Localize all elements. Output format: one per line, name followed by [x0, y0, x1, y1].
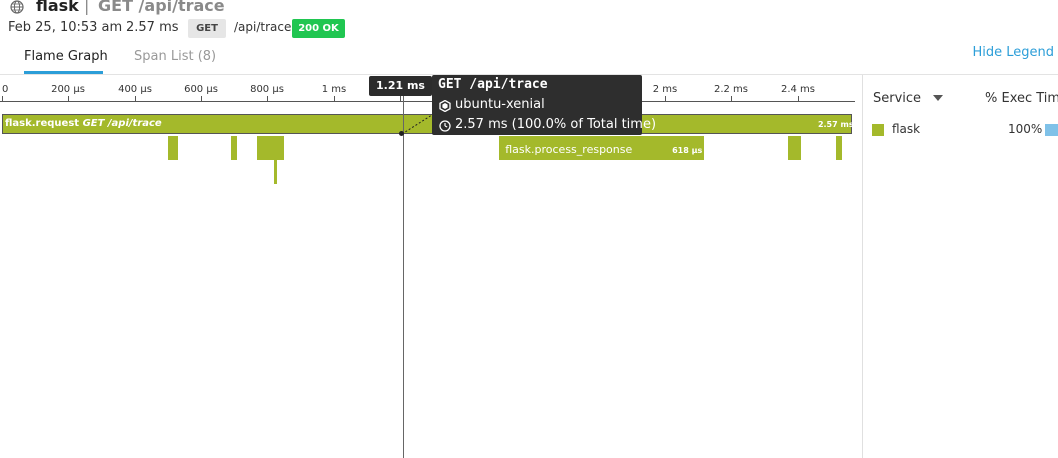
legend-color-swatch	[872, 124, 884, 136]
legend-divider	[862, 75, 863, 458]
time-axis	[0, 101, 855, 102]
tooltip-title: GET /api/trace	[438, 77, 548, 92]
child-span[interactable]	[787, 136, 801, 160]
axis-tick-label: 600 µs	[184, 84, 218, 95]
axis-tick	[267, 96, 268, 101]
axis-tick	[400, 96, 401, 101]
hide-legend-link[interactable]: Hide Legend	[972, 45, 1054, 60]
legend-service-name: flask	[892, 122, 921, 136]
chevron-down-icon[interactable]	[933, 95, 943, 101]
tooltip-host: ubuntu-xenial	[455, 97, 545, 112]
process-response-span-duration: 618 µs	[672, 146, 703, 155]
axis-tick	[798, 96, 799, 101]
axis-tick-label: 2.4 ms	[780, 84, 816, 95]
axis-tick	[731, 96, 732, 101]
child-span[interactable]	[257, 136, 284, 160]
axis-tick-label: 2.2 ms	[713, 84, 749, 95]
service-title: flask	[36, 0, 79, 15]
axis-tick	[135, 96, 136, 101]
title-separator: |	[84, 0, 90, 15]
grandchild-span[interactable]	[273, 160, 278, 184]
trace-date: Feb 25, 10:53 am	[8, 20, 123, 35]
axis-tick	[201, 96, 202, 101]
legend-exec-bar	[1045, 124, 1058, 136]
axis-tick	[665, 96, 666, 101]
process-response-span-label: flask.process_response	[505, 143, 633, 156]
trace-duration: 2.57 ms	[126, 20, 179, 35]
legend-service-header[interactable]: Service	[873, 91, 921, 106]
tab-span-list[interactable]: Span List (8)	[134, 49, 216, 64]
time-cursor-label: 1.21 ms	[369, 76, 432, 96]
axis-tick-label: 400 µs	[118, 84, 152, 95]
axis-tick-label: 0	[2, 84, 9, 95]
child-span[interactable]	[167, 136, 178, 160]
tooltip-time: 2.57 ms (100.0% of Total time)	[455, 117, 657, 132]
child-span[interactable]	[835, 136, 843, 160]
tab-flame-graph[interactable]: Flame Graph	[24, 49, 108, 64]
axis-tick	[68, 96, 69, 101]
child-span[interactable]	[230, 136, 238, 160]
axis-tick-label: 2 ms	[652, 84, 678, 95]
time-cursor-line	[403, 86, 404, 458]
legend-exec-time-header: % Exec Time	[985, 91, 1058, 106]
globe-icon	[10, 0, 24, 14]
http-method-badge: GET	[188, 19, 226, 38]
axis-tick-label: 1 ms	[321, 84, 347, 95]
root-span-label: flask.request GET /api/trace	[5, 118, 162, 129]
hexagon-icon	[439, 100, 451, 112]
axis-tick	[334, 96, 335, 101]
axis-tick-label: 800 µs	[250, 84, 284, 95]
http-path: /api/trace	[234, 20, 292, 34]
root-span-duration: 2.57 ms	[817, 120, 854, 129]
status-badge: 200 OK	[292, 19, 345, 38]
clock-icon	[439, 120, 451, 132]
axis-tick	[2, 96, 3, 101]
axis-tick-label: 200 µs	[51, 84, 85, 95]
resource-title: GET /api/trace	[98, 0, 225, 15]
legend-exec-pct: 100%	[1008, 122, 1043, 136]
